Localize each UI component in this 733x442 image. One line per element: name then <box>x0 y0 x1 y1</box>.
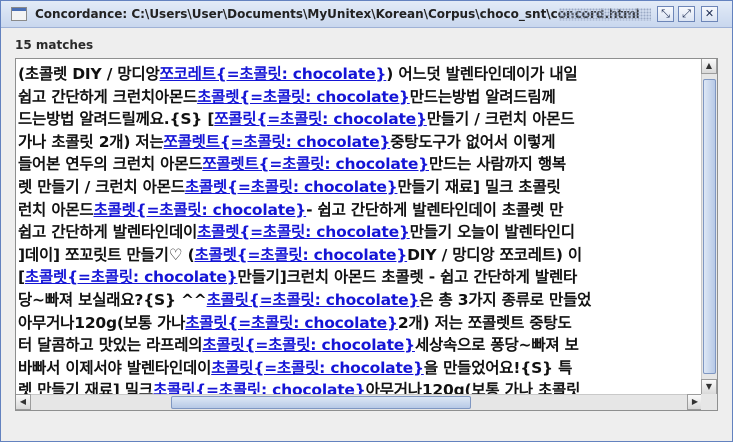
right-context: 만들기 오늘이 발렌타인디 <box>409 223 575 242</box>
scroll-up-icon[interactable]: ▲ <box>701 59 717 74</box>
concordance-line: 당~빠져 보실래요?{S} ^^초콜릿{=초콜릿: chocolate}은 총 … <box>18 289 701 312</box>
vertical-scroll-thumb[interactable] <box>703 79 716 374</box>
left-context: 런치 아몬드 <box>18 200 94 219</box>
left-context: 쉽고 간단하게 발렌타인데이 <box>18 223 198 242</box>
concordance-line: 가나 초콜릿 2개) 저는쪼콜렛트{=초콜릿: chocolate}중탕도구가 … <box>18 131 701 154</box>
maximize-button[interactable]: ⤢ <box>678 6 695 22</box>
scroll-down-icon[interactable]: ▼ <box>701 379 717 395</box>
concordance-line: 터 달콤하고 맛있는 라프레의초콜릿{=초콜릿: chocolate}세상속으로… <box>18 334 701 357</box>
right-context: 중탕도구가 없어서 이렇게 <box>390 132 556 151</box>
match-link[interactable]: 쪼콜릿{=초콜릿: chocolate} <box>214 110 427 128</box>
left-context: 들어본 연두의 크런치 아몬드 <box>18 155 203 174</box>
right-context: 만드는 사람까지 행복 <box>429 155 566 174</box>
right-context: ) 어느덧 발렌타인데이가 내일 <box>386 65 578 83</box>
concordance-line: 드는방법 알려드릴께요.{S} [쪼콜릿{=초콜릿: chocolate}만들기… <box>18 108 701 131</box>
title-grip-pattern <box>559 8 651 21</box>
right-context: - 쉽고 간단하게 발렌타인데이 초콜렛 만 <box>306 200 564 219</box>
minimize-button[interactable]: ⤡ <box>657 6 674 22</box>
window-title: Concordance: C:\Users\User\Documents\MyU… <box>35 7 640 21</box>
concordance-text-area[interactable]: (초콜렛 DIY / 망디앙쪼코레트{=초콜릿: chocolate}) 어느덧… <box>15 58 718 411</box>
concordance-line: 쉽고 간단하게 발렌타인데이초콜렛{=초콜릿: chocolate}만들기 오늘… <box>18 221 701 244</box>
left-context: 드는방법 알려드릴께요.{S} [ <box>18 110 215 129</box>
title-bar[interactable]: Concordance: C:\Users\User\Documents\MyU… <box>1 1 732 28</box>
match-link[interactable]: 초콜렛{=초콜릿: chocolate} <box>94 201 307 219</box>
right-context: 을 만들었어요!{S} 특 <box>423 358 573 377</box>
horizontal-scroll-thumb[interactable] <box>171 396 471 409</box>
left-context: 가나 초콜릿 2개) 저는 <box>18 132 164 151</box>
scroll-left-icon[interactable]: ◀ <box>16 394 31 410</box>
window-icon <box>11 7 27 21</box>
concordance-lines: (초콜렛 DIY / 망디앙쪼코레트{=초콜릿: chocolate}) 어느덧… <box>18 63 701 403</box>
match-link[interactable]: 초콜렛{=초콜릿: chocolate} <box>25 268 238 286</box>
left-context: 아무거나120g(보통 가나 <box>18 313 186 332</box>
left-context: 당~빠져 보실래요?{S} ^^ <box>18 290 207 309</box>
left-context: 렛 만들기 / 크런치 아몬드 <box>18 177 185 196</box>
close-button[interactable]: ✕ <box>701 6 718 22</box>
match-link[interactable]: 초콜릿{=초콜릿: chocolate} <box>202 336 415 354</box>
right-context: 은 총 3가지 종류로 만들었 <box>419 290 592 309</box>
match-link[interactable]: 쪼콜렛트{=초콜릿: chocolate} <box>164 133 391 151</box>
concordance-line: [초콜렛{=초콜릿: chocolate}만들기]크런치 아몬드 초콜렛 - 쉽… <box>18 266 701 289</box>
left-context: (초콜렛 DIY / 망디앙 <box>18 65 160 83</box>
concordance-line: (초콜렛 DIY / 망디앙쪼코레트{=초콜릿: chocolate}) 어느덧… <box>18 63 701 86</box>
match-link[interactable]: 초콜릿{=초콜릿: chocolate} <box>185 314 398 332</box>
concordance-line: 아무거나120g(보통 가나초콜릿{=초콜릿: chocolate}2개) 저는… <box>18 312 701 335</box>
scroll-corner <box>701 394 717 410</box>
concordance-line: 들어본 연두의 크런치 아몬드쪼콜렛트{=초콜릿: chocolate}만드는 … <box>18 153 701 176</box>
left-context: 바빠서 이제서야 발렌타인데이 <box>18 358 212 377</box>
match-count-label: 15 matches <box>15 38 94 52</box>
right-context: 세상속으로 퐁당~빠져 보 <box>414 336 579 355</box>
right-context: 만들기 / 크런치 아몬드 <box>426 110 575 129</box>
left-context: ]데이] 쪼꼬릿트 만들기♡ ( <box>18 245 195 264</box>
match-link[interactable]: 쪼콜렛트{=초콜릿: chocolate} <box>202 155 429 173</box>
match-link[interactable]: 초콜렛{=초콜릿: chocolate} <box>197 88 410 106</box>
match-link[interactable]: 초콜릿{=초콜릿: chocolate} <box>211 359 424 377</box>
right-context: DIY / 망디앙 쪼코레트) 이 <box>407 245 582 264</box>
concordance-line: 런치 아몬드초콜렛{=초콜릿: chocolate}- 쉽고 간단하게 발렌타인… <box>18 199 701 222</box>
match-link[interactable]: 초콜렛{=초콜릿: chocolate} <box>197 223 410 241</box>
concordance-line: 쉽고 간단하게 크런치아몬드초콜렛{=초콜릿: chocolate}만드는방법 … <box>18 86 701 109</box>
concordance-line: ]데이] 쪼꼬릿트 만들기♡ (초콜렛{=초콜릿: chocolate}DIY … <box>18 244 701 267</box>
right-context: 만들기 재료] 밀크 초콜릿 <box>397 177 561 196</box>
left-context: 터 달콤하고 맛있는 라프레의 <box>18 336 203 355</box>
concordance-window: Concordance: C:\Users\User\Documents\MyU… <box>0 0 733 442</box>
concordance-line: 렛 만들기 / 크런치 아몬드초콜렛{=초콜릿: chocolate}만들기 재… <box>18 176 701 199</box>
match-link[interactable]: 초콜릿{=초콜릿: chocolate} <box>207 291 420 309</box>
left-context: 쉽고 간단하게 크런치아몬드 <box>18 87 198 106</box>
right-context: 만드는방법 알려드림께 <box>409 87 556 106</box>
vertical-scrollbar[interactable]: ▲ ▼ <box>701 59 717 395</box>
left-context: [ <box>18 268 25 287</box>
match-link[interactable]: 쪼코레트{=초콜릿: chocolate} <box>160 65 387 83</box>
concordance-line: 바빠서 이제서야 발렌타인데이초콜릿{=초콜릿: chocolate}을 만들었… <box>18 357 701 380</box>
match-link[interactable]: 초콜렛{=초콜릿: chocolate} <box>185 178 398 196</box>
right-context: 2개) 저는 쪼콜렛트 중탕도 <box>397 313 572 332</box>
right-context: 만들기]크런치 아몬드 초콜렛 - 쉽고 간단하게 발렌타 <box>237 268 578 287</box>
match-link[interactable]: 초콜렛{=초콜릿: chocolate} <box>194 246 407 264</box>
horizontal-scrollbar[interactable]: ◀ ▶ <box>16 394 703 410</box>
